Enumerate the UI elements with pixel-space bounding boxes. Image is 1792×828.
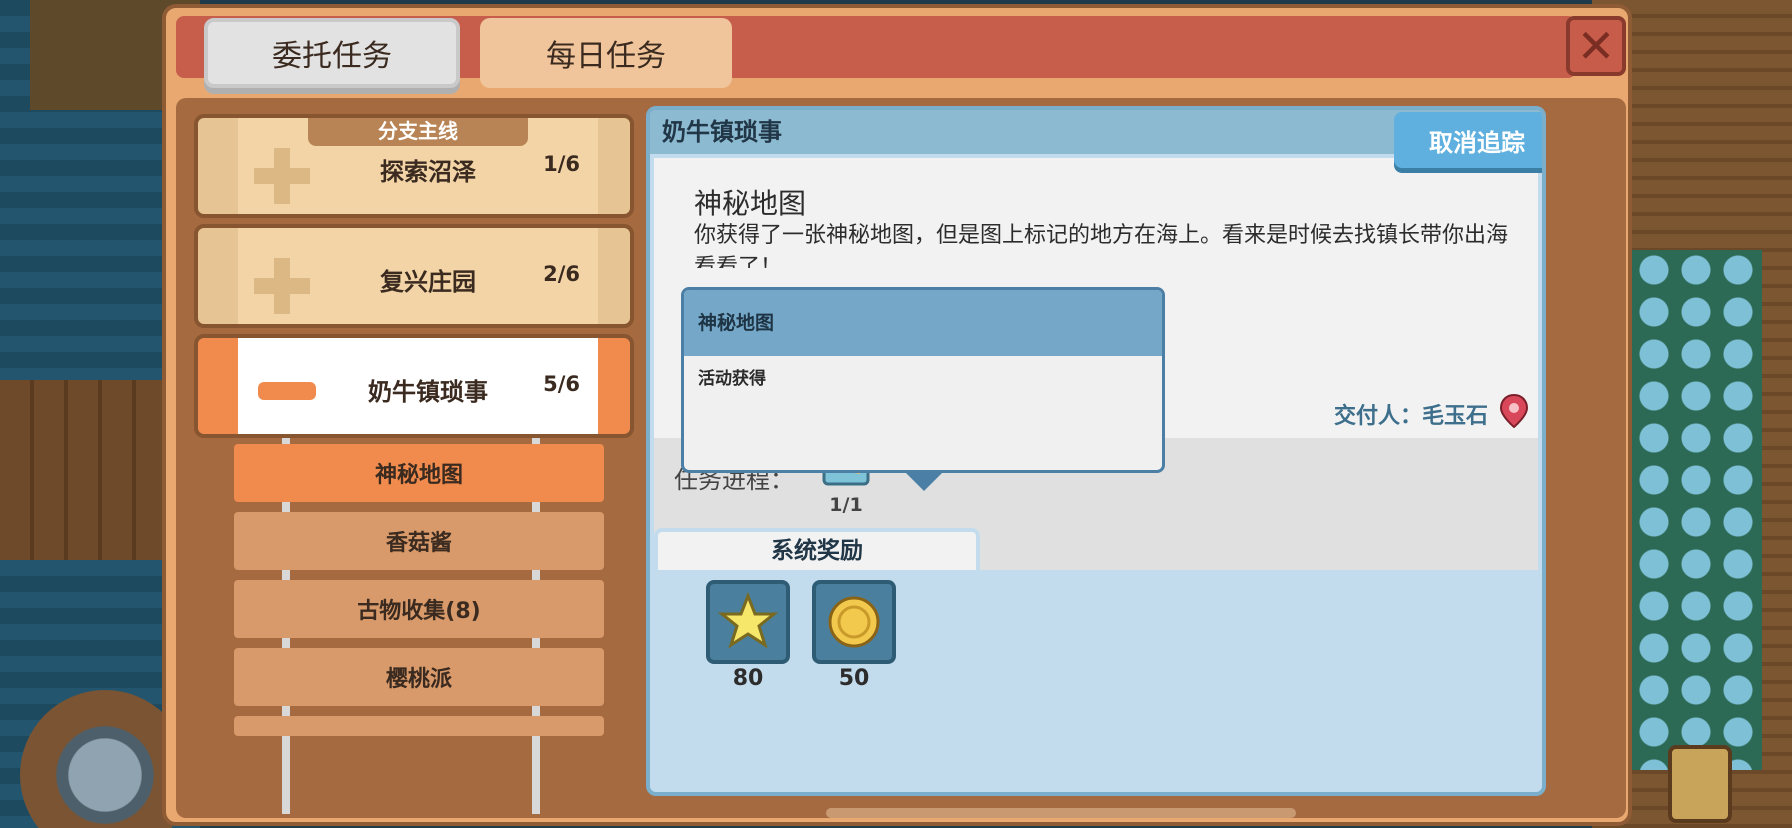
category-progress: 2/6	[543, 262, 580, 286]
category-revive-manor[interactable]: 复兴庄园 2/6	[194, 224, 634, 328]
tooltip-title: 神秘地图	[684, 290, 1162, 356]
location-pin-icon[interactable]	[1500, 394, 1528, 428]
jar-icon	[1668, 745, 1732, 823]
cancel-tracking-button[interactable]: 取消追踪	[1394, 112, 1542, 168]
tooltip-pointer	[906, 473, 942, 491]
category-explore-swamp[interactable]: 分支主线 探索沼泽 1/6	[194, 114, 634, 218]
category-name: 探索沼泽	[380, 158, 476, 186]
subquest-mushroom-sauce[interactable]: 香菇酱	[234, 512, 604, 570]
quest-list[interactable]: 分支主线 探索沼泽 1/6 复兴庄园 2/6 奶牛镇琐事 5/6 神秘地图 香菇…	[194, 114, 634, 814]
category-name: 奶牛镇琐事	[368, 378, 488, 406]
category-name: 复兴庄园	[380, 268, 476, 296]
reward-gold[interactable]	[812, 580, 896, 664]
quest-giver: 交付人：毛玉石	[1333, 404, 1488, 429]
subquest-cherry-pie[interactable]: 樱桃派	[234, 648, 604, 706]
plus-icon	[254, 148, 310, 204]
plus-icon	[254, 258, 310, 314]
star-icon	[717, 591, 779, 649]
branch-banner: 分支主线	[308, 118, 528, 146]
progress-count: 1/1	[829, 494, 863, 516]
tooltip-source: 活动获得	[698, 369, 766, 389]
tab-commission-quests[interactable]: 委托任务	[204, 18, 460, 88]
subquest-antique-collection[interactable]: 古物收集(8)	[234, 580, 604, 638]
tab-system-rewards[interactable]: 系统奖励	[654, 528, 980, 570]
reward-count: 50	[838, 666, 870, 691]
minus-icon	[258, 382, 316, 400]
reward-star[interactable]	[706, 580, 790, 664]
item-tooltip: 神秘地图 活动获得	[681, 287, 1165, 491]
horizontal-scrollbar[interactable]	[826, 808, 1296, 818]
category-progress: 1/6	[543, 152, 580, 176]
subquest-mysterious-map[interactable]: 神秘地图	[234, 444, 604, 502]
tab-daily-quests[interactable]: 每日任务	[480, 18, 732, 88]
category-cow-town-chores[interactable]: 奶牛镇琐事 5/6	[194, 334, 634, 438]
quest-description: 你获得了一张神秘地图，但是图上标记的地方在海上。看来是时候去找镇长带你出海看看了…	[694, 223, 1509, 268]
close-x-icon: ✕	[1576, 19, 1616, 73]
reward-count: 80	[732, 666, 764, 691]
rewards-tab-strip: 系统奖励	[654, 528, 1538, 570]
gold-coin-icon	[828, 596, 880, 648]
quest-title: 神秘地图	[694, 187, 807, 220]
rewards-area: 80 50	[654, 570, 1538, 788]
category-progress: 5/6	[543, 372, 580, 396]
close-button[interactable]: ✕	[1566, 16, 1626, 76]
subquest-next[interactable]	[234, 716, 604, 736]
